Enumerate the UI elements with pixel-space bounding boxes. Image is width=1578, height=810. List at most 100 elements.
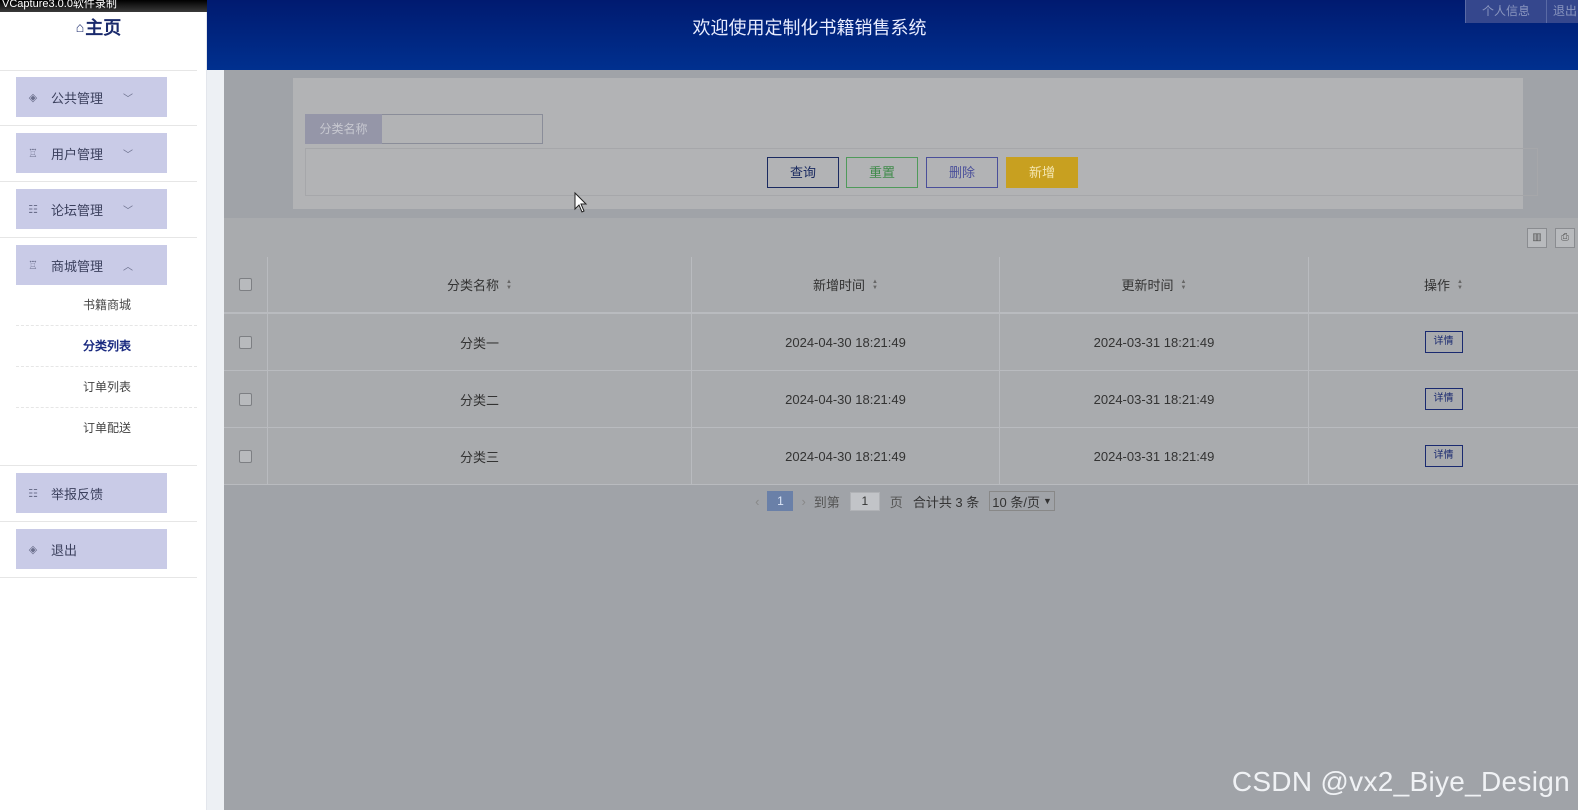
table-body: 分类一 2024-04-30 18:21:49 2024-03-31 18:21… — [224, 314, 1578, 485]
sort-icon[interactable]: ▲ ▼ — [872, 279, 878, 291]
sidebar: VCapture3.0.0软件录制 ⌂ 主页 ◈ 公共管理 ﹀ ♖ 用户管理 ﹀… — [0, 0, 207, 810]
column-header-label: 操作 — [1424, 278, 1451, 293]
alarm-icon: ♖ — [28, 147, 38, 160]
sidebar-item-label: 退出 — [51, 542, 78, 558]
chevron-down-icon: ▼ — [1042, 496, 1052, 506]
reset-button[interactable]: 重置 — [846, 157, 918, 188]
home-link[interactable]: ⌂ 主页 — [0, 14, 197, 40]
submenu-item-order-delivery[interactable]: 订单配送 — [16, 408, 197, 449]
row-select-cell — [224, 371, 268, 427]
sidebar-item-label: 商城管理 — [51, 258, 104, 274]
detail-button[interactable]: 详情 — [1424, 388, 1463, 410]
page-title: 欢迎使用定制化书籍销售系统 — [692, 18, 927, 38]
alarm-icon: ♖ — [28, 259, 38, 272]
search-label: 分类名称 — [305, 114, 382, 144]
watermark: CSDN @vx2_Biye_Design — [1231, 766, 1570, 797]
search-panel: 分类名称 查询 重置 删除 新增 — [293, 78, 1538, 209]
sort-icon[interactable]: ▲ ▼ — [1457, 279, 1463, 291]
column-header-action[interactable]: 操作 ▲ ▼ — [1309, 257, 1578, 312]
total-count: 合计共 3 条 — [912, 494, 980, 510]
sidebar-button-logout[interactable]: ◈ 退出 — [16, 529, 167, 569]
home-label: 主页 — [85, 18, 122, 38]
row-checkbox[interactable] — [239, 449, 252, 463]
column-header-updated[interactable]: 更新时间 ▲ ▼ — [1000, 257, 1309, 312]
shop-submenu: 书籍商城 分类列表 订单列表 订单配送 — [16, 285, 197, 449]
select-all-checkbox[interactable] — [239, 278, 252, 291]
cell-added: 2024-04-30 18:21:49 — [692, 428, 1000, 484]
column-header-added[interactable]: 新增时间 ▲ ▼ — [692, 257, 1000, 312]
submenu-item-order-list[interactable]: 订单列表 — [16, 367, 197, 408]
main-content: 分类名称 查询 重置 删除 新增 ▥ ⎙ 分类名称 ▲ ▼ 新增时间 ▲ ▼ 更新时间 ▲… — [224, 70, 1578, 810]
table-header-row: 分类名称 ▲ ▼ 新增时间 ▲ ▼ 更新时间 ▲ ▼ 操作 ▲ ▼ — [224, 257, 1578, 314]
chevron-down-icon: ﹀ — [123, 205, 133, 217]
column-header-label: 新增时间 — [813, 278, 866, 293]
query-button[interactable]: 查询 — [767, 157, 839, 188]
cell-action: 详情 — [1309, 314, 1578, 370]
sidebar-button-feedback[interactable]: ☷ 举报反馈 — [16, 473, 167, 513]
sidebar-item-label: 用户管理 — [51, 146, 104, 162]
action-bar: 查询 重置 删除 新增 — [305, 148, 1538, 196]
cell-name: 分类三 — [268, 428, 692, 484]
chevron-left-icon[interactable]: ‹ — [755, 494, 759, 509]
sidebar-button-forum[interactable]: ☷ 论坛管理 ﹀ — [16, 189, 167, 229]
search-field: 分类名称 — [305, 114, 543, 144]
sidebar-button-public[interactable]: ◈ 公共管理 ﹀ — [16, 77, 167, 117]
cell-updated: 2024-03-31 18:21:49 — [1000, 371, 1309, 427]
row-checkbox[interactable] — [239, 392, 252, 406]
column-header-label: 更新时间 — [1121, 278, 1174, 293]
sidebar-item-public: ◈ 公共管理 ﹀ — [0, 70, 197, 126]
sidebar-item-label: 举报反馈 — [51, 486, 104, 502]
cell-name: 分类一 — [268, 314, 692, 370]
header-tab-logout[interactable]: 退出 — [1546, 0, 1578, 23]
select-all-cell — [224, 257, 268, 312]
sidebar-item-label: 公共管理 — [51, 90, 104, 106]
cell-updated: 2024-03-31 18:21:49 — [1000, 314, 1309, 370]
table-row: 分类二 2024-04-30 18:21:49 2024-03-31 18:21… — [224, 371, 1578, 428]
table-row: 分类三 2024-04-30 18:21:49 2024-03-31 18:21… — [224, 428, 1578, 485]
submenu-item-book-mall[interactable]: 书籍商城 — [16, 285, 197, 326]
column-header-label: 分类名称 — [447, 278, 500, 293]
page-size-select[interactable]: 10 条/页 ▼ — [989, 491, 1055, 511]
home-icon: ⌂ — [75, 19, 85, 35]
page-size-value: 10 条/页 — [992, 494, 1040, 510]
table-row: 分类一 2024-04-30 18:21:49 2024-03-31 18:21… — [224, 314, 1578, 371]
category-table: 分类名称 ▲ ▼ 新增时间 ▲ ▼ 更新时间 ▲ ▼ 操作 ▲ ▼ 分类一 2024-04-30… — [224, 257, 1578, 485]
page-number-current[interactable]: 1 — [767, 491, 794, 511]
chevron-right-icon[interactable]: › — [801, 494, 805, 509]
goto-page-input[interactable]: 1 — [849, 491, 880, 511]
category-name-input[interactable] — [382, 114, 543, 144]
column-header-name[interactable]: 分类名称 ▲ ▼ — [268, 257, 692, 312]
list-icon: ☷ — [28, 487, 38, 500]
list-icon: ☷ — [28, 203, 38, 216]
columns-icon[interactable]: ▥ — [1527, 228, 1547, 248]
sidebar-item-label: 论坛管理 — [51, 202, 104, 218]
layers-icon: ◈ — [28, 91, 38, 104]
pagination: ‹ 1 › 到第 1 页 合计共 3 条 10 条/页 ▼ — [224, 488, 1578, 514]
add-button[interactable]: 新增 — [1006, 157, 1078, 188]
cell-name: 分类二 — [268, 371, 692, 427]
sidebar-item-feedback: ☷ 举报反馈 — [0, 466, 197, 522]
row-checkbox[interactable] — [239, 335, 252, 349]
sidebar-item-forum: ☷ 论坛管理 ﹀ — [0, 182, 197, 238]
chevron-up-icon: ︿ — [123, 261, 133, 273]
print-icon[interactable]: ⎙ — [1555, 228, 1575, 248]
layers-icon: ◈ — [28, 543, 38, 556]
detail-button[interactable]: 详情 — [1424, 331, 1463, 353]
sidebar-button-users[interactable]: ♖ 用户管理 ﹀ — [16, 133, 167, 173]
delete-button[interactable]: 删除 — [926, 157, 998, 188]
sort-icon[interactable]: ▲ ▼ — [506, 279, 512, 291]
cell-action: 详情 — [1309, 371, 1578, 427]
submenu-item-category-list[interactable]: 分类列表 — [16, 326, 197, 367]
sidebar-button-shop[interactable]: ♖ 商城管理 ︿ — [16, 245, 167, 285]
header-tab-profile[interactable]: 个人信息 — [1464, 0, 1546, 23]
chevron-down-icon: ﹀ — [123, 149, 133, 161]
sidebar-item-logout: ◈ 退出 — [0, 522, 197, 578]
goto-label: 到第 — [813, 494, 840, 510]
sort-icon[interactable]: ▲ ▼ — [1181, 279, 1187, 291]
sidebar-item-users: ♖ 用户管理 ﹀ — [0, 126, 197, 182]
header-tabs: 个人信息 退出 — [1464, 0, 1578, 23]
cell-action: 详情 — [1309, 428, 1578, 484]
detail-button[interactable]: 详情 — [1424, 445, 1463, 467]
cell-added: 2024-04-30 18:21:49 — [692, 314, 1000, 370]
cell-updated: 2024-03-31 18:21:49 — [1000, 428, 1309, 484]
